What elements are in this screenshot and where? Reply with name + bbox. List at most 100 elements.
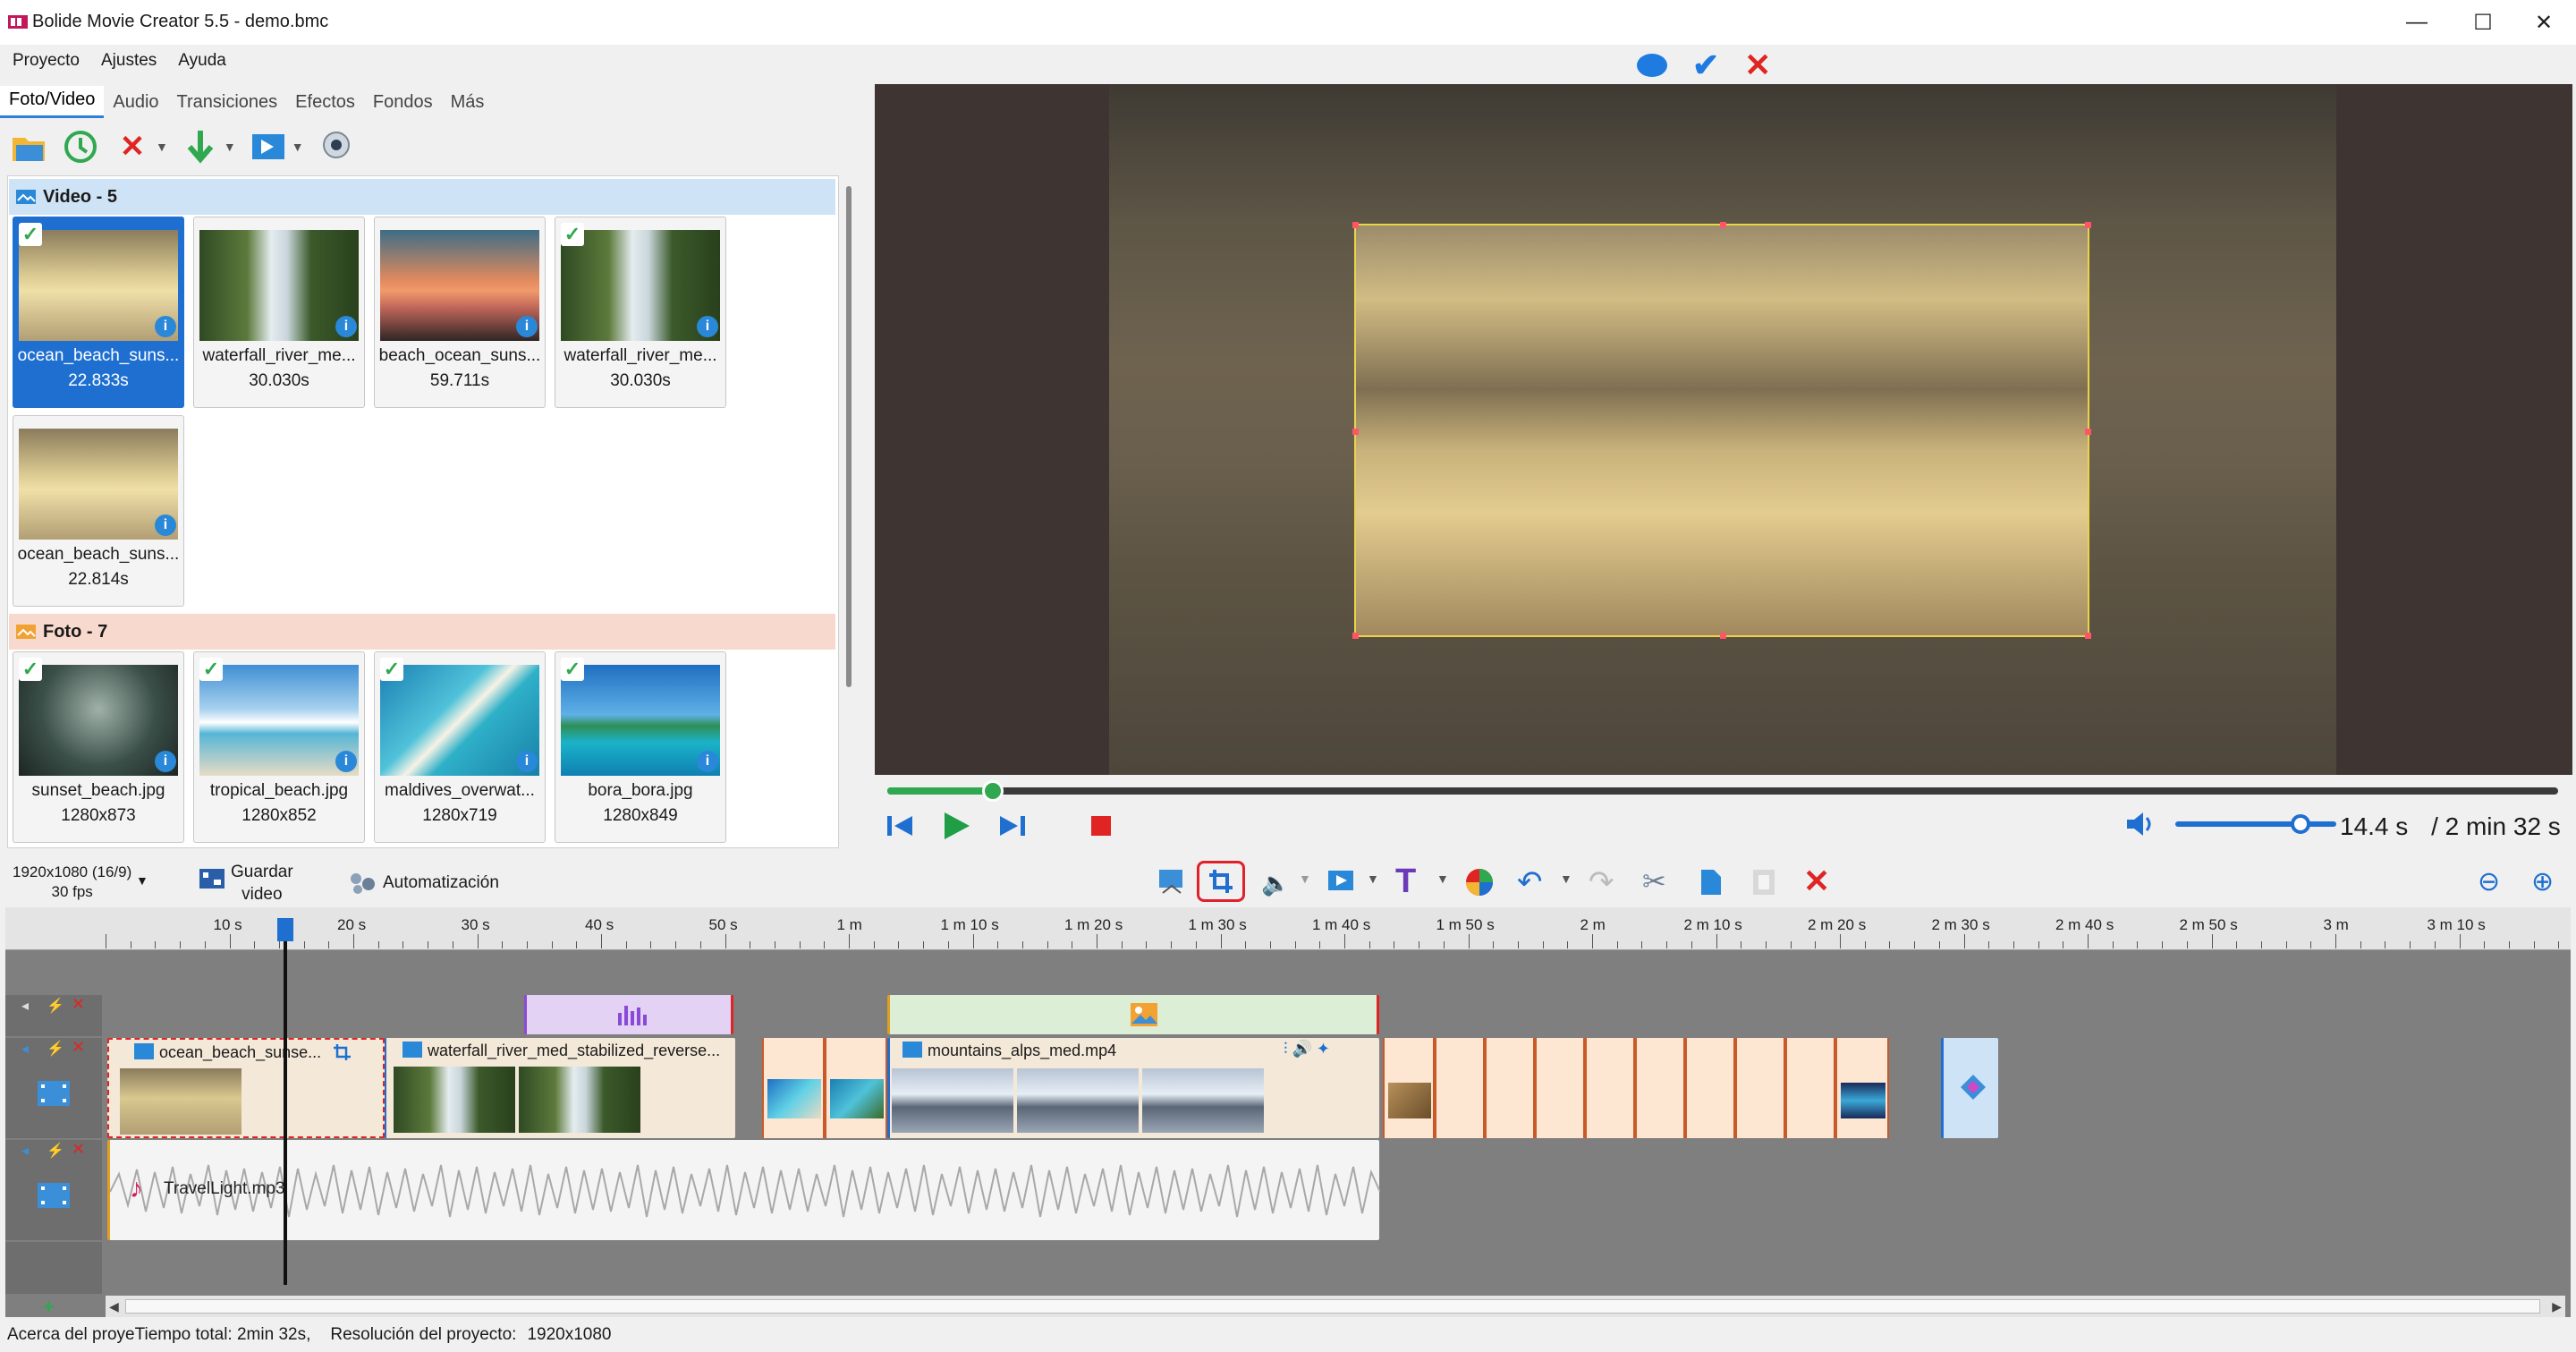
- media-thumb-video-3[interactable]: i beach_ocean_suns... 59.711s: [374, 217, 546, 408]
- track-delete-icon[interactable]: ✕: [72, 1038, 85, 1057]
- tab-mas[interactable]: Más: [442, 89, 494, 118]
- track-lock-icon[interactable]: ⚡: [47, 1142, 64, 1160]
- info-icon[interactable]: i: [155, 751, 176, 772]
- audio-dropdown-icon[interactable]: ▼: [1299, 872, 1311, 886]
- crop-handle-l[interactable]: [1352, 429, 1359, 435]
- crop-handle-br[interactable]: [2085, 633, 2091, 639]
- info-icon[interactable]: i: [155, 316, 176, 337]
- media-thumb-photo-4[interactable]: ✓ i bora_bora.jpg 1280x849: [555, 651, 726, 843]
- media-thumb-video-5[interactable]: i ocean_beach_suns... 22.814s: [13, 415, 184, 607]
- minimize-button[interactable]: —: [2381, 0, 2453, 45]
- project-format-select[interactable]: 1920x1080 (16/9) 30 fps: [13, 863, 131, 902]
- info-icon[interactable]: i: [697, 751, 718, 772]
- add-to-timeline-icon[interactable]: [181, 127, 220, 166]
- track-mute-icon[interactable]: ◂: [21, 1040, 29, 1058]
- info-icon[interactable]: i: [516, 316, 538, 337]
- library-scroll-thumb[interactable]: [846, 186, 852, 687]
- info-icon[interactable]: i: [335, 751, 357, 772]
- video-effect-icon[interactable]: [1327, 868, 1356, 898]
- library-scrollbar[interactable]: [841, 175, 857, 848]
- speaker-icon[interactable]: [2125, 811, 2157, 843]
- info-icon[interactable]: i: [155, 514, 176, 536]
- automation-button[interactable]: Automatización: [383, 873, 499, 893]
- video-clip-1[interactable]: ocean_beach_sunse...: [107, 1038, 385, 1138]
- export-dropdown-icon[interactable]: ▼: [292, 140, 304, 154]
- photo-group-header[interactable]: Foto - 7: [9, 614, 835, 650]
- status-about[interactable]: Acerca del proye: [7, 1325, 135, 1345]
- track-lock-icon[interactable]: ⚡: [47, 997, 64, 1015]
- apply-check-icon[interactable]: ✔: [1692, 47, 1719, 84]
- close-window-button[interactable]: ✕: [2508, 0, 2576, 45]
- clip-effects-icons[interactable]: ⫶ 🔊 ✦: [1284, 1040, 1330, 1059]
- photo-clip-4[interactable]: [1435, 1038, 1485, 1138]
- tab-efectos[interactable]: Efectos: [286, 89, 364, 118]
- storyboard-icon[interactable]: [1156, 866, 1186, 900]
- media-thumb-photo-2[interactable]: ✓ i tropical_beach.jpg 1280x852: [193, 651, 365, 843]
- crop-handle-r[interactable]: [2085, 429, 2091, 435]
- color-icon[interactable]: [1465, 868, 1494, 902]
- delete-dropdown-icon[interactable]: ▼: [156, 140, 168, 154]
- add-track-icon[interactable]: +: [43, 1296, 55, 1319]
- automation-icon[interactable]: [349, 872, 377, 900]
- photo-clip-8[interactable]: [1635, 1038, 1685, 1138]
- redo-icon[interactable]: ↷: [1589, 864, 1614, 900]
- add-dropdown-icon[interactable]: ▼: [224, 140, 236, 154]
- video-group-header[interactable]: Video - 5: [9, 179, 835, 215]
- crop-handle-tl[interactable]: [1352, 222, 1359, 228]
- crop-handle-tr[interactable]: [2085, 222, 2091, 228]
- photo-clip-1[interactable]: [762, 1038, 825, 1138]
- menu-ajustes[interactable]: Ajustes: [101, 51, 157, 71]
- stop-icon[interactable]: [1089, 814, 1113, 843]
- timeline-scrollbar[interactable]: ◀ ▶: [106, 1296, 2565, 1317]
- audio-mute-icon[interactable]: 🔈: [1261, 870, 1290, 897]
- playhead[interactable]: [277, 918, 294, 1285]
- photo-clip-11[interactable]: [1785, 1038, 1835, 1138]
- menu-proyecto[interactable]: Proyecto: [13, 51, 80, 71]
- play-icon[interactable]: [941, 811, 971, 846]
- save-video-button[interactable]: Guardar video: [231, 861, 293, 906]
- photo-clip-3[interactable]: [1383, 1038, 1435, 1138]
- info-icon[interactable]: i: [516, 751, 538, 772]
- effect-clip-image[interactable]: [887, 995, 1379, 1034]
- crop-handle-bl[interactable]: [1352, 633, 1359, 639]
- media-thumb-video-4[interactable]: ✓ i waterfall_river_me... 30.030s: [555, 217, 726, 408]
- volume-slider[interactable]: [2175, 821, 2336, 827]
- undo-icon[interactable]: ↶: [1517, 864, 1543, 900]
- undo-dropdown-icon[interactable]: ▼: [1560, 872, 1572, 886]
- info-icon[interactable]: i: [697, 316, 718, 337]
- menu-ayuda[interactable]: Ayuda: [178, 51, 226, 71]
- track-delete-icon[interactable]: ✕: [72, 1140, 85, 1159]
- photo-clip-7[interactable]: [1585, 1038, 1635, 1138]
- media-thumb-video-1[interactable]: ✓ i ocean_beach_suns... 22.833s: [13, 217, 184, 408]
- audio-clip[interactable]: ♪ TravelLight.mp3: [107, 1140, 1380, 1240]
- split-scissors-icon[interactable]: ✂: [1642, 864, 1666, 898]
- track-delete-icon[interactable]: ✕: [72, 995, 85, 1014]
- track-mute-icon[interactable]: ◂: [21, 1142, 29, 1160]
- media-thumb-video-2[interactable]: i waterfall_river_me... 30.030s: [193, 217, 365, 408]
- tab-fondos[interactable]: Fondos: [364, 89, 442, 118]
- video-clip-3[interactable]: mountains_alps_med.mp4 ⫶ 🔊 ✦: [887, 1038, 1379, 1138]
- video-clip-2[interactable]: waterfall_river_med_stabilized_reverse..…: [385, 1038, 735, 1138]
- tab-transiciones[interactable]: Transiciones: [168, 89, 287, 118]
- photo-clip-12[interactable]: [1835, 1038, 1889, 1138]
- text-dropdown-icon[interactable]: ▼: [1436, 872, 1449, 886]
- effect-clip-equalizer[interactable]: [524, 995, 733, 1034]
- tab-foto-video[interactable]: Foto/Video: [0, 86, 105, 118]
- crop-handle-t[interactable]: [1720, 222, 1726, 228]
- timeline-scroll-thumb[interactable]: [125, 1299, 2540, 1314]
- playhead-handle[interactable]: [277, 918, 294, 941]
- copy-icon[interactable]: [1698, 868, 1723, 902]
- track-mute-icon[interactable]: ◂: [21, 997, 29, 1015]
- recent-icon[interactable]: [61, 127, 100, 166]
- transition-clip[interactable]: [1941, 1038, 1998, 1138]
- delete-icon[interactable]: ✕: [113, 127, 152, 166]
- seek-bar[interactable]: [887, 780, 2558, 802]
- crop-tool-button[interactable]: [1197, 861, 1245, 902]
- seek-handle[interactable]: [981, 780, 1004, 802]
- info-icon[interactable]: i: [335, 316, 357, 337]
- photo-clip-2[interactable]: [825, 1038, 887, 1138]
- photo-clip-9[interactable]: [1685, 1038, 1735, 1138]
- paste-icon[interactable]: [1751, 868, 1776, 902]
- zoom-out-icon[interactable]: ⊖: [2478, 866, 2500, 897]
- cancel-x-icon[interactable]: ✕: [1744, 47, 1771, 84]
